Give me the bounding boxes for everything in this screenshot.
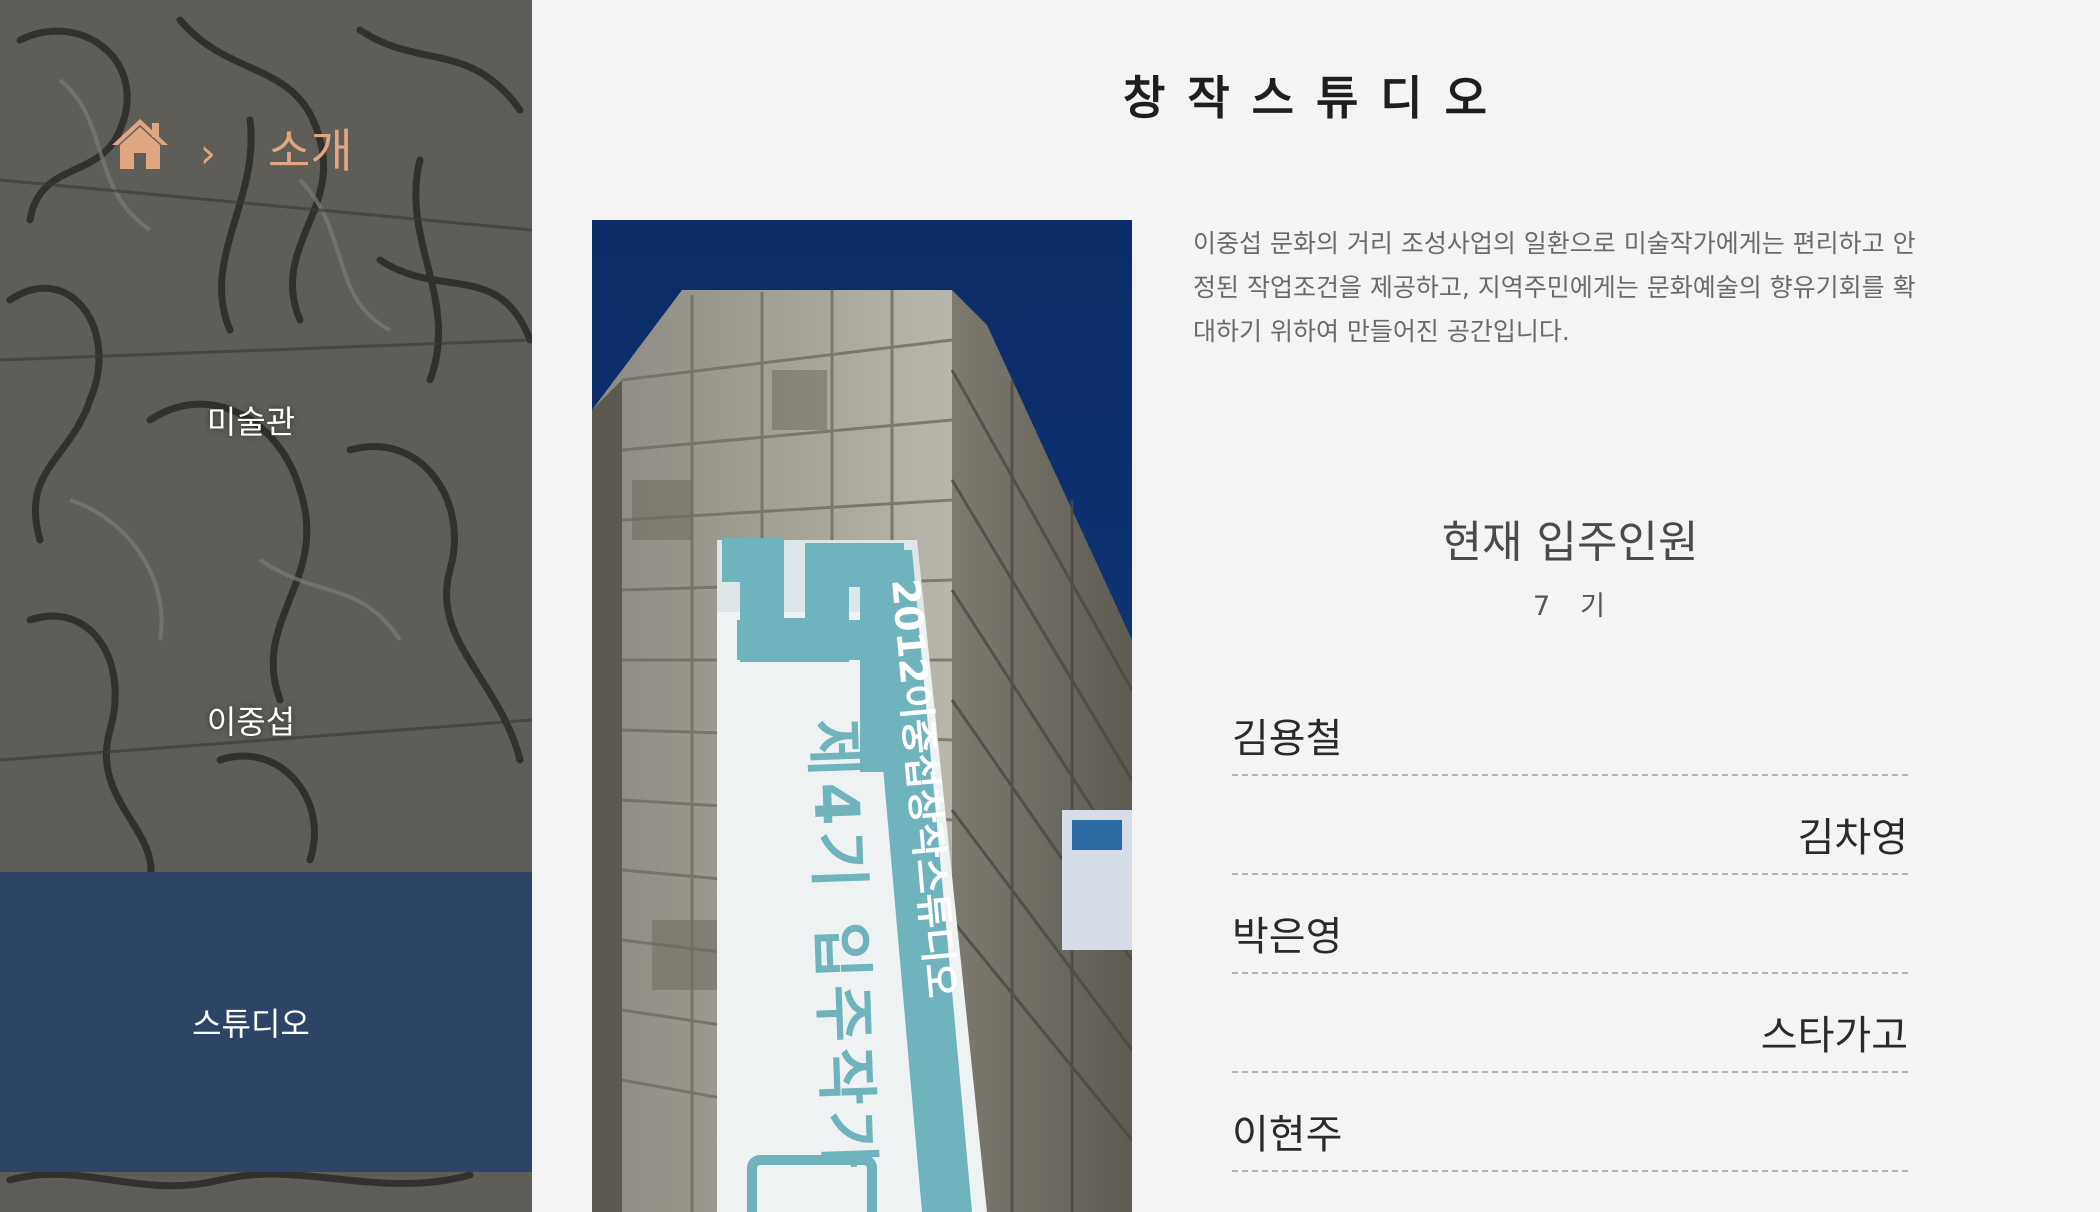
description-line: 정된 작업조건을 제공하고, 지역주민에게는 문화예술의 향유기회를 확: [1193, 273, 1916, 302]
generation-number: 7: [1532, 591, 1553, 622]
sidebar-item-studio[interactable]: 스튜디오: [0, 872, 532, 1172]
sidebar: › 소개 미술관 이중섭 스튜디오: [0, 0, 532, 1212]
resident-row: 이현주: [1232, 1073, 1908, 1172]
generation-suffix: 기: [1580, 591, 1608, 622]
studio-description: 이중섭 문화의 거리 조성사업의 일환으로 미술작가에게는 편리하고 안 정된 …: [1193, 222, 1953, 354]
sidebar-item-lee-jung-seop[interactable]: 이중섭: [0, 570, 532, 870]
description-line: 대하기 위하여 만들어진 공간입니다.: [1193, 317, 1570, 346]
resident-name: 이현주: [1232, 1112, 1343, 1158]
home-icon[interactable]: [110, 115, 170, 171]
resident-row: 스타가고: [1232, 974, 1908, 1073]
residents-generation: 7기: [1232, 584, 1908, 623]
breadcrumb-current[interactable]: 소개: [268, 115, 353, 181]
breadcrumb: › 소개: [110, 108, 353, 178]
resident-list: 김용철 김차영 박은영 스타가고 이현주: [1232, 700, 1908, 1172]
sidebar-item-label: 미술관: [206, 403, 296, 441]
resident-name: 스타가고: [1760, 1013, 1908, 1059]
resident-row: 김차영: [1232, 776, 1908, 875]
description-line: 이중섭 문화의 거리 조성사업의 일환으로 미술작가에게는 편리하고 안: [1193, 229, 1916, 258]
sidebar-item-label: 스튜디오: [192, 1005, 310, 1043]
sidebar-item-museum[interactable]: 미술관: [0, 270, 532, 570]
resident-name: 김용철: [1232, 716, 1343, 762]
resident-row: 박은영: [1232, 875, 1908, 974]
resident-name: 김차영: [1797, 815, 1908, 861]
studio-building-photo: 2012이중섭창작스튜디오 제4기 입주작가: [592, 220, 1132, 1212]
resident-row: 김용철: [1232, 700, 1908, 776]
residents-title: 현재 입주인원: [1441, 517, 1699, 568]
resident-name: 박은영: [1232, 914, 1343, 960]
page-title: 창작스튜디오: [1123, 71, 1509, 125]
sidebar-item-label: 이중섭: [206, 703, 296, 741]
breadcrumb-separator: ›: [200, 131, 216, 177]
